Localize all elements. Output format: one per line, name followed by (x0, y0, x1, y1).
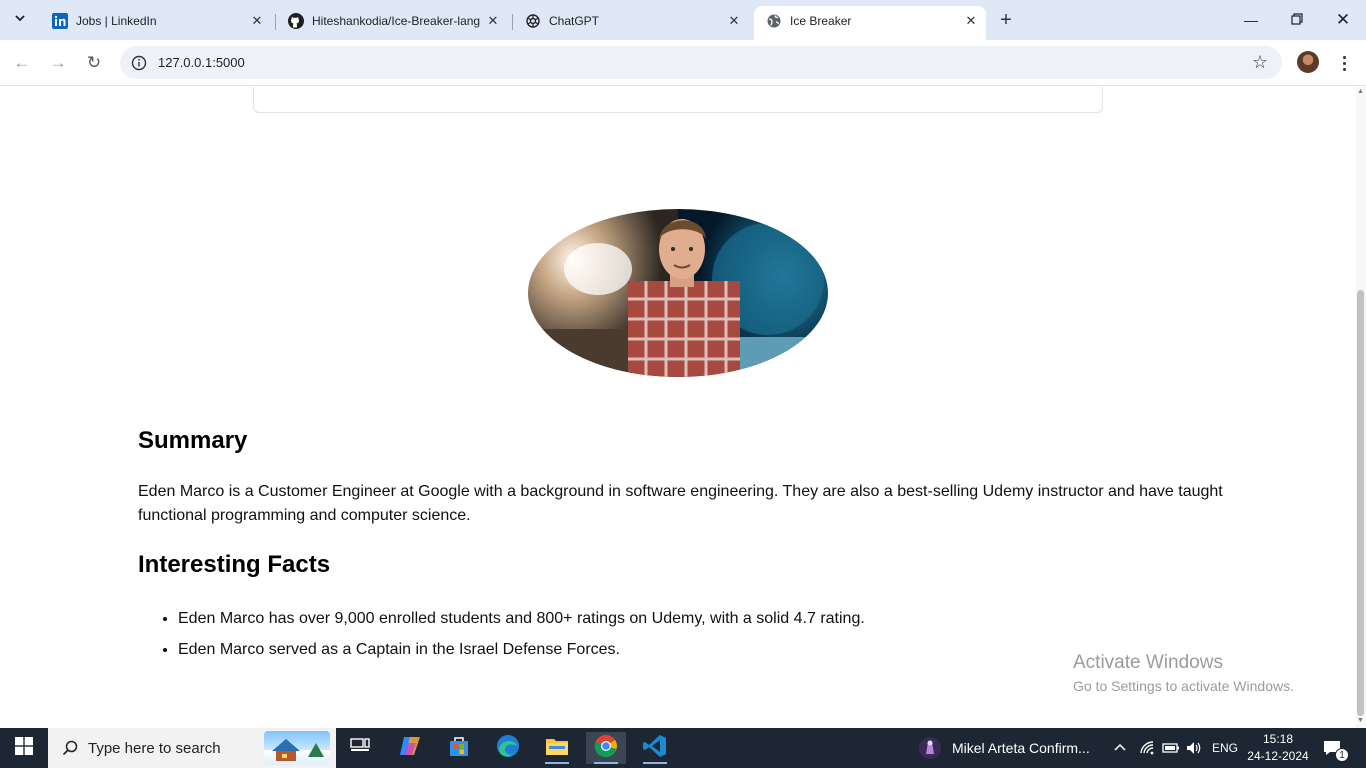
browser-menu-button[interactable] (1334, 50, 1354, 76)
task-view-button[interactable] (340, 732, 380, 764)
taskbar-notification[interactable]: Mikel Arteta Confirm... (918, 728, 1090, 768)
chevron-up-icon (1113, 741, 1127, 755)
new-tab-button[interactable]: + (994, 8, 1018, 32)
summary-heading: Summary (138, 427, 248, 454)
arrow-right-icon: → (49, 53, 67, 72)
close-window-button[interactable]: ✕ (1320, 0, 1366, 40)
show-hidden-icons-button[interactable] (1113, 728, 1127, 768)
github-icon (288, 13, 304, 29)
bookmark-star-icon[interactable]: ☆ (1252, 52, 1268, 73)
tab-github[interactable]: Hiteshankodia/Ice-Breaker-lang ✕ (276, 6, 508, 36)
chrome-button[interactable] (586, 732, 626, 764)
copilot-button[interactable] (390, 732, 430, 764)
close-icon[interactable]: ✕ (484, 12, 502, 30)
restore-button[interactable] (1274, 0, 1320, 40)
tab-ice-breaker[interactable]: Ice Breaker ✕ (754, 6, 986, 40)
notification-text: Mikel Arteta Confirm... (952, 740, 1090, 756)
forward-button[interactable]: → (44, 49, 72, 77)
minimize-icon: — (1244, 12, 1258, 28)
start-button[interactable] (0, 728, 48, 768)
profile-avatar[interactable] (1297, 51, 1319, 73)
volume-icon[interactable] (1186, 728, 1202, 768)
system-clock[interactable]: 15:18 24-12-2024 (1244, 731, 1312, 765)
search-highlight-image[interactable] (264, 731, 330, 765)
news-icon (918, 736, 942, 760)
clock-date: 24-12-2024 (1247, 749, 1309, 763)
minimize-button[interactable]: — (1228, 0, 1274, 40)
chatgpt-icon (525, 13, 541, 29)
watermark-title: Activate Windows (1073, 652, 1223, 673)
watermark-subtitle: Go to Settings to activate Windows. (1073, 678, 1294, 694)
tab-title: Jobs | LinkedIn (76, 14, 157, 28)
notification-center-button[interactable]: 1 (1322, 728, 1349, 768)
arrow-left-icon: ← (13, 53, 31, 72)
tab-search-button[interactable] (6, 6, 34, 34)
tab-title: ChatGPT (549, 14, 600, 28)
language-text: ENG (1212, 741, 1239, 755)
tab-title: Ice Breaker (790, 14, 852, 28)
summary-text: Eden Marco is a Customer Engineer at Goo… (138, 483, 1223, 524)
scrollbar-thumb[interactable] (1357, 290, 1364, 716)
input-card (253, 87, 1103, 113)
reload-icon: ↻ (86, 53, 102, 72)
site-info-icon[interactable] (122, 55, 156, 71)
close-icon[interactable]: ✕ (962, 12, 980, 30)
tab-linkedin[interactable]: Jobs | LinkedIn ✕ (40, 6, 272, 36)
taskbar-search-box[interactable]: Type here to search (48, 728, 336, 768)
vscode-icon (643, 734, 667, 763)
vscode-button[interactable] (635, 732, 675, 764)
language-indicator[interactable]: ENG (1212, 728, 1238, 768)
search-icon (62, 740, 78, 756)
globe-icon (766, 13, 782, 29)
tab-chatgpt[interactable]: ChatGPT ✕ (513, 6, 749, 36)
chrome-icon (594, 734, 618, 763)
network-icon[interactable] (1140, 728, 1156, 768)
taskbar: Type here to search Mikel Arteta Confirm… (0, 728, 1366, 768)
microsoft-store-button[interactable] (439, 732, 479, 764)
running-indicator (594, 762, 618, 764)
reload-button[interactable]: ↻ (80, 49, 108, 77)
windows-logo-icon (15, 736, 33, 760)
folder-icon (545, 736, 569, 761)
scroll-down-icon[interactable]: ▼ (1357, 717, 1364, 724)
activate-windows-watermark: Activate Windows Go to Settings to activ… (1073, 652, 1294, 694)
back-button[interactable]: ← (8, 49, 36, 77)
tab-title: Hiteshankodia/Ice-Breaker-lang (312, 14, 481, 28)
search-placeholder: Type here to search (88, 739, 221, 757)
store-icon (448, 735, 470, 762)
restore-icon (1291, 12, 1303, 28)
file-explorer-button[interactable] (537, 732, 577, 764)
running-indicator (545, 762, 569, 764)
copilot-icon (398, 735, 422, 762)
edge-button[interactable] (488, 732, 528, 764)
linkedin-icon (52, 13, 68, 29)
close-icon[interactable]: ✕ (725, 12, 743, 30)
url-text[interactable]: 127.0.0.1:5000 (158, 55, 245, 70)
close-icon[interactable]: ✕ (248, 12, 266, 30)
edge-icon (496, 734, 520, 763)
battery-icon[interactable] (1162, 728, 1180, 768)
page-content: Summary Eden Marco is a Customer Enginee… (0, 87, 1356, 728)
list-item: Eden Marco has over 9,000 enrolled stude… (178, 607, 865, 638)
scroll-up-icon[interactable]: ▲ (1357, 88, 1364, 95)
facts-heading: Interesting Facts (138, 551, 331, 578)
browser-toolbar: ← → ↻ 127.0.0.1:5000 ☆ (0, 40, 1366, 86)
running-indicator (643, 762, 667, 764)
task-view-icon (350, 737, 370, 760)
plus-icon: + (1000, 8, 1012, 31)
chevron-down-icon (14, 11, 26, 29)
list-item: Eden Marco served as a Captain in the Is… (178, 638, 865, 669)
profile-picture (528, 209, 828, 377)
address-bar[interactable]: 127.0.0.1:5000 ☆ (120, 46, 1282, 79)
chat-bubble-icon: 1 (1322, 739, 1349, 762)
facts-list: Eden Marco has over 9,000 enrolled stude… (178, 607, 865, 669)
clock-time: 15:18 (1262, 732, 1294, 746)
notification-badge: 1 (1335, 748, 1349, 762)
close-icon: ✕ (1335, 10, 1351, 29)
tab-strip: Jobs | LinkedIn ✕ Hiteshankodia/Ice-Brea… (0, 0, 1366, 40)
